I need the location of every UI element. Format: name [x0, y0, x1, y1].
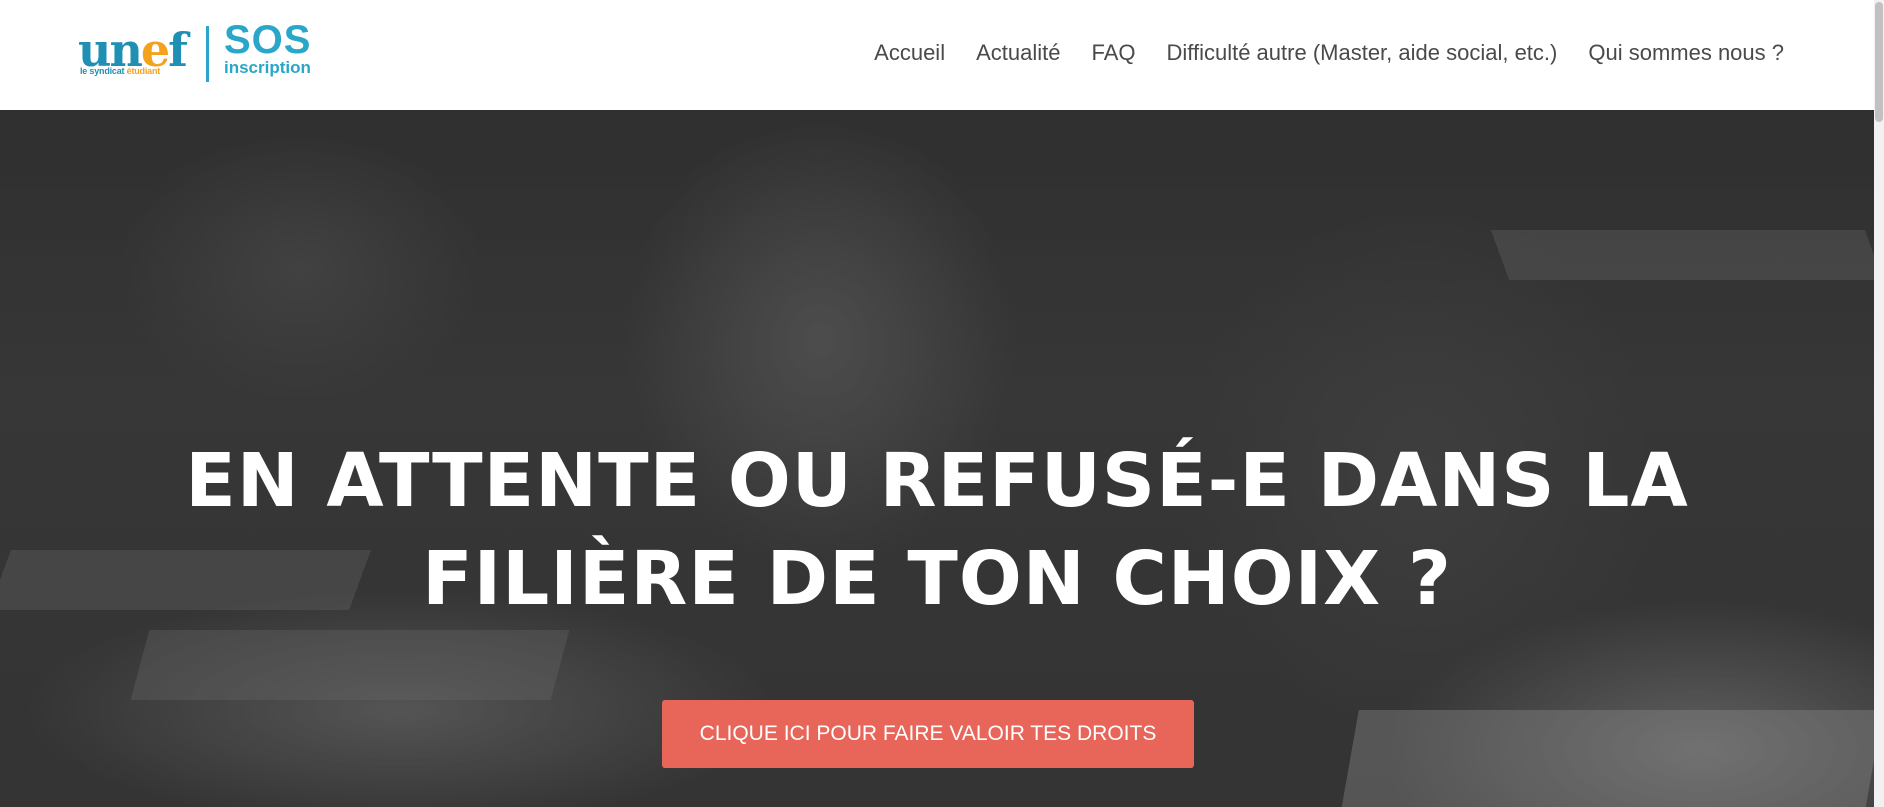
- scrollbar-thumb[interactable]: [1875, 2, 1883, 122]
- nav-item-faq[interactable]: FAQ: [1091, 40, 1135, 66]
- main-nav: Accueil Actualité FAQ Difficulté autre (…: [874, 0, 1784, 106]
- hero-title: EN ATTENTE OU REFUSÉ-E DANS LA FILIÈRE D…: [0, 432, 1874, 628]
- cta-button[interactable]: CLIQUE ICI POUR FAIRE VALOIR TES DROITS: [662, 700, 1194, 768]
- logo-sos: SOS: [224, 18, 312, 62]
- logo[interactable]: unef le syndicat étudiant SOS inscriptio…: [78, 18, 311, 86]
- logo-divider: [206, 26, 209, 82]
- hero-title-line2: FILIÈRE DE TON CHOIX ?: [422, 536, 1452, 622]
- nav-item-qui-sommes-nous[interactable]: Qui sommes nous ?: [1588, 40, 1784, 66]
- nav-item-actualite[interactable]: Actualité: [976, 40, 1060, 66]
- nav-item-difficulte-autre[interactable]: Difficulté autre (Master, aide social, e…: [1166, 40, 1557, 66]
- nav-item-accueil[interactable]: Accueil: [874, 40, 945, 66]
- site-header: unef le syndicat étudiant SOS inscriptio…: [0, 0, 1874, 110]
- logo-tagline: le syndicat étudiant: [80, 66, 161, 76]
- hero-title-line1: EN ATTENTE OU REFUSÉ-E DANS LA: [185, 438, 1689, 524]
- logo-inscription: inscription: [224, 58, 311, 77]
